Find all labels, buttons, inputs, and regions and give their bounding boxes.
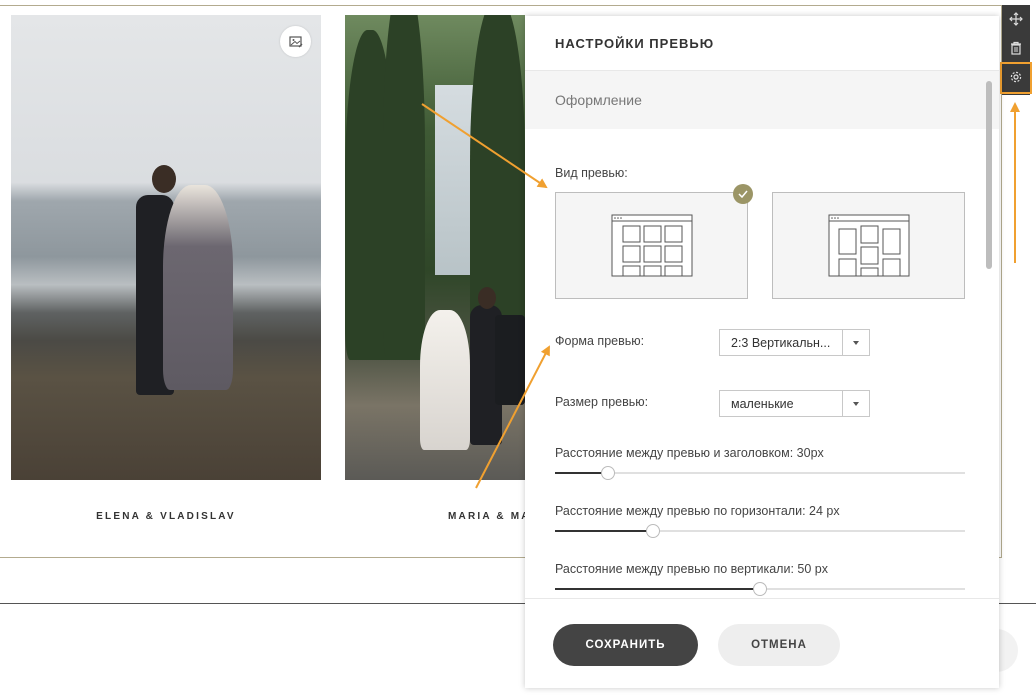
bride-figure	[420, 310, 470, 450]
gallery-caption-2: MARIA & MA	[448, 511, 528, 522]
move-block-button[interactable]	[1002, 5, 1030, 33]
size-select[interactable]: маленькие	[719, 390, 870, 417]
size-select-arrow[interactable]	[842, 391, 869, 416]
grid-layout-icon	[611, 214, 693, 277]
delete-block-button[interactable]	[1002, 34, 1030, 62]
layout-option-masonry[interactable]	[772, 192, 965, 299]
shape-select[interactable]: 2:3 Вертикальн...	[719, 329, 870, 356]
size-label: Размер превью:	[555, 395, 649, 409]
cancel-button[interactable]: ОТМЕНА	[718, 624, 840, 666]
slider-track	[555, 472, 965, 474]
view-label: Вид превью:	[555, 166, 628, 180]
preview-settings-panel: НАСТРОЙКИ ПРЕВЬЮ Оформление Вид превью:	[525, 16, 999, 688]
slider-handle[interactable]	[646, 524, 660, 538]
gallery-photo-2[interactable]	[345, 15, 525, 480]
shape-label: Форма превью:	[555, 334, 645, 348]
photo-edit-button[interactable]	[280, 26, 311, 57]
image-edit-icon	[288, 35, 302, 47]
groom-head	[478, 287, 496, 309]
horizontal-gap-label: Расстояние между превью по горизонтали: …	[555, 504, 840, 518]
section-header[interactable]: Оформление	[525, 71, 999, 129]
panel-title: НАСТРОЙКИ ПРЕВЬЮ	[555, 36, 715, 51]
slider-fill	[555, 530, 653, 532]
settings-highlight-frame	[1000, 62, 1032, 94]
horizontal-gap-slider[interactable]	[555, 524, 965, 538]
selected-check-badge	[733, 184, 753, 204]
vertical-gap-label: Расстояние между превью по вертикали: 50…	[555, 562, 828, 576]
move-icon	[1009, 12, 1023, 26]
gallery-photo-1[interactable]	[11, 15, 321, 480]
panel-scrollbar[interactable]	[986, 81, 992, 269]
groom-head	[152, 165, 176, 193]
panel-header: НАСТРОЙКИ ПРЕВЬЮ	[525, 16, 999, 71]
car	[495, 315, 525, 405]
title-gap-slider[interactable]	[555, 466, 965, 480]
panel-footer: СОХРАНИТЬ ОТМЕНА	[525, 598, 999, 688]
bride-figure	[163, 185, 233, 390]
slider-handle[interactable]	[753, 582, 767, 596]
size-select-value: маленькие	[731, 397, 794, 411]
sky-gap	[435, 85, 475, 275]
layout-option-grid[interactable]	[555, 192, 748, 299]
chevron-down-icon	[853, 401, 859, 406]
slider-fill	[555, 588, 760, 590]
trash-icon	[1011, 41, 1021, 55]
shape-select-arrow[interactable]	[842, 330, 869, 355]
vertical-gap-slider[interactable]	[555, 582, 965, 596]
gallery-caption-1: ELENA & VLADISLAV	[96, 511, 236, 522]
masonry-layout-icon	[828, 214, 910, 277]
checkmark-icon	[738, 190, 748, 198]
slider-handle[interactable]	[601, 466, 615, 480]
chevron-down-icon	[853, 340, 859, 345]
title-gap-label: Расстояние между превью и заголовком: 30…	[555, 446, 824, 460]
cypress-tree	[383, 15, 425, 360]
shape-select-value: 2:3 Вертикальн...	[731, 336, 831, 350]
save-button[interactable]: СОХРАНИТЬ	[553, 624, 698, 666]
section-title: Оформление	[555, 92, 642, 108]
